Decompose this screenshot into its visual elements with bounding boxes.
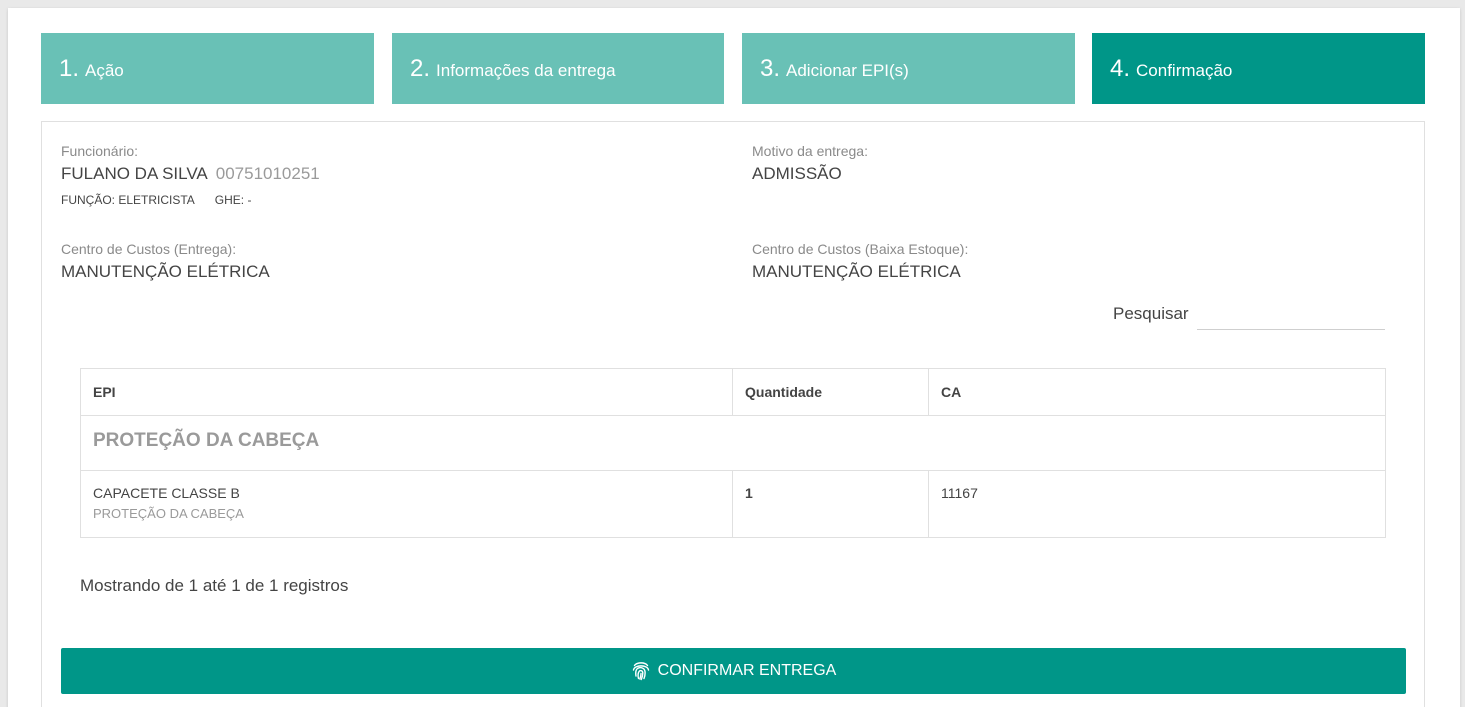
reason-field: Motivo da entrega: ADMISSÃO xyxy=(752,143,868,184)
step-label: Adicionar EPI(s) xyxy=(786,60,909,80)
ca-cell: 11167 xyxy=(928,470,1386,538)
employee-field: Funcionário: FULANO DA SILVA 00751010251 … xyxy=(61,143,320,207)
column-header-ca[interactable]: CA xyxy=(928,368,1386,416)
employee-ghe: GHE: - xyxy=(214,193,252,207)
step-number: 3. xyxy=(760,54,781,82)
table-header-row: EPI Quantidade CA xyxy=(80,368,1386,416)
cost-center-delivery-value: MANUTENÇÃO ELÉTRICA xyxy=(61,262,270,281)
fingerprint-icon xyxy=(632,662,649,681)
cost-center-delivery-label: Centro de Custos (Entrega): xyxy=(61,241,237,257)
step-number: 2. xyxy=(410,54,431,82)
cost-center-stock-field: Centro de Custos (Baixa Estoque): MANUTE… xyxy=(752,241,968,282)
employee-role: FUNÇÃO: ELETRICISTA xyxy=(61,193,195,207)
group-label: PROTEÇÃO DA CABEÇA xyxy=(80,415,1386,471)
step-1-action[interactable]: 1. Ação xyxy=(41,33,374,104)
reason-label: Motivo da entrega: xyxy=(752,143,868,159)
employee-name: FULANO DA SILVA xyxy=(61,164,208,183)
epi-name: CAPACETE CLASSE B xyxy=(93,485,240,501)
confirm-delivery-button[interactable]: CONFIRMAR ENTREGA xyxy=(61,648,1406,694)
cost-center-delivery-field: Centro de Custos (Entrega): MANUTENÇÃO E… xyxy=(61,241,270,282)
step-2-delivery-info[interactable]: 2. Informações da entrega xyxy=(392,33,724,104)
search-box: Pesquisar xyxy=(1113,300,1385,330)
epi-table: EPI Quantidade CA PROTEÇÃO DA CABEÇA CAP… xyxy=(80,368,1386,538)
step-4-confirmation[interactable]: 4. Confirmação xyxy=(1092,33,1425,104)
step-label: Ação xyxy=(85,60,124,80)
step-label: Informações da entrega xyxy=(436,60,616,80)
cost-center-stock-label: Centro de Custos (Baixa Estoque): xyxy=(752,241,969,257)
column-header-quantity[interactable]: Quantidade xyxy=(732,368,929,416)
confirmation-panel: Funcionário: FULANO DA SILVA 00751010251 … xyxy=(41,121,1425,707)
step-label: Confirmação xyxy=(1136,60,1233,80)
employee-id: 00751010251 xyxy=(215,164,320,183)
table-info: Mostrando de 1 até 1 de 1 registros xyxy=(80,576,349,595)
epi-category: PROTEÇÃO DA CABEÇA xyxy=(93,506,244,521)
wizard-card: 1. Ação 2. Informações da entrega 3. Adi… xyxy=(8,8,1460,707)
quantity-cell: 1 xyxy=(732,470,929,538)
employee-label: Funcionário: xyxy=(61,143,139,159)
step-number: 4. xyxy=(1110,54,1131,82)
confirm-button-label: CONFIRMAR ENTREGA xyxy=(657,662,837,679)
column-header-epi[interactable]: EPI xyxy=(80,368,733,416)
step-number: 1. xyxy=(59,54,80,82)
search-label: Pesquisar xyxy=(1113,304,1189,323)
step-3-add-epi[interactable]: 3. Adicionar EPI(s) xyxy=(742,33,1075,104)
employee-details: FUNÇÃO: ELETRICISTA GHE: - xyxy=(61,193,320,207)
table-group-row: PROTEÇÃO DA CABEÇA xyxy=(80,415,1386,471)
reason-value: ADMISSÃO xyxy=(752,164,842,183)
epi-cell: CAPACETE CLASSE B PROTEÇÃO DA CABEÇA xyxy=(80,470,733,538)
employee-value: FULANO DA SILVA 00751010251 xyxy=(61,164,320,184)
wizard-steps: 1. Ação 2. Informações da entrega 3. Adi… xyxy=(41,33,1425,104)
cost-center-stock-value: MANUTENÇÃO ELÉTRICA xyxy=(752,262,961,281)
search-input[interactable] xyxy=(1196,300,1385,330)
table-row: CAPACETE CLASSE B PROTEÇÃO DA CABEÇA 1 1… xyxy=(80,470,1386,538)
